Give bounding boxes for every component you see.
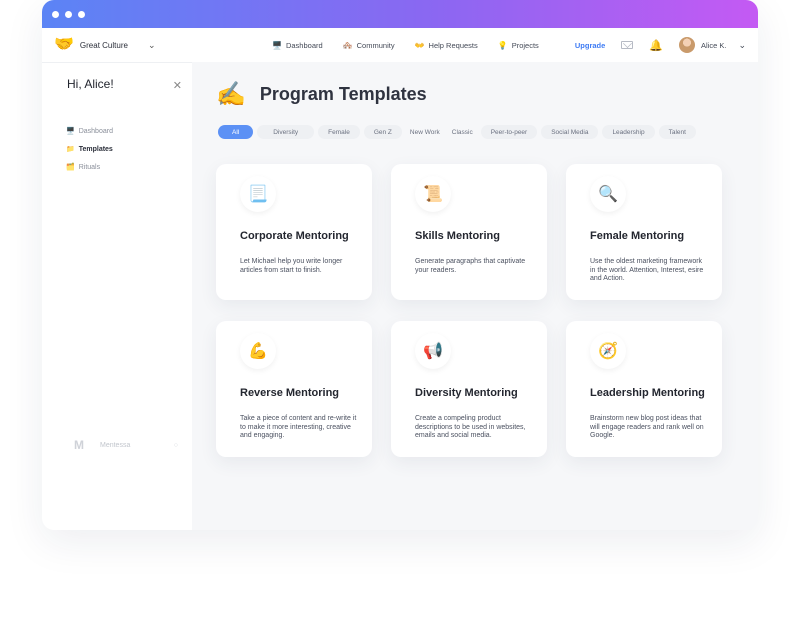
upgrade-button[interactable]: Upgrade — [575, 41, 605, 50]
template-card-corporate[interactable]: 📃 Corporate Mentoring Let Michael help y… — [216, 164, 372, 300]
nav-community[interactable]: 🏘️ Community — [343, 41, 395, 50]
sidebar-greeting: Hi, Alice! — [67, 77, 114, 91]
handshake-icon: 🤝 — [54, 36, 74, 53]
filter-chip-new-work[interactable]: New Work — [406, 125, 444, 139]
sidebar-footer: M Mentessa ○ — [74, 438, 178, 452]
card-description: Create a compeling product descriptions … — [415, 415, 526, 439]
nav-label: Dashboard — [285, 40, 323, 50]
template-card-reverse[interactable]: 💪 Reverse Mentoring Take a piece of cont… — [216, 321, 372, 457]
nav-projects[interactable]: 💡 Projects — [498, 41, 539, 50]
open-hands-icon: 👐 — [414, 40, 425, 50]
sidebar-item-label: Rituals — [78, 163, 101, 171]
page-header: ✍️ Program Templates — [216, 80, 427, 109]
lightbulb-icon: 💡 — [497, 40, 508, 50]
nav-label: Help Requests — [428, 40, 478, 50]
chevron-down-icon[interactable]: ⌄ — [148, 40, 156, 51]
template-card-female[interactable]: 🔍 Female Mentoring Use the oldest market… — [566, 164, 722, 300]
houses-icon: 🏘️ — [342, 40, 353, 50]
filter-chip-talent[interactable]: Talent — [658, 125, 696, 139]
card-description: Take a piece of content and re-write it … — [240, 415, 357, 439]
workspace-switcher[interactable]: 🤝 Great Culture ⌄ — [54, 37, 254, 53]
window-minimize-dot[interactable] — [65, 10, 72, 18]
main-content: ✍️ Program Templates All Diversity Femal… — [192, 62, 758, 530]
filter-chip-all[interactable]: All — [218, 125, 254, 139]
compass-icon: 🧭 — [590, 333, 626, 369]
sidebar-item-rituals[interactable]: 🗂️ Rituals — [66, 163, 113, 172]
main-nav: 🖥️ Dashboard 🏘️ Community 👐 Help Request… — [272, 41, 539, 50]
mail-icon[interactable] — [621, 41, 634, 49]
user-name: Alice K. — [701, 40, 727, 50]
card-title: Diversity Mentoring — [415, 387, 518, 399]
flexed-arm-icon: 💪 — [240, 333, 276, 369]
page-title: Program Templates — [259, 84, 427, 104]
folder-icon: 📁 — [66, 146, 75, 153]
filter-chip-female[interactable]: Female — [318, 125, 360, 139]
card-index-icon: 🗂️ — [66, 164, 75, 171]
window-maximize-dot[interactable] — [78, 10, 85, 18]
megaphone-icon: 📢 — [415, 333, 451, 369]
avatar — [679, 37, 696, 53]
nav-label: Community — [356, 40, 395, 50]
sidebar: Hi, Alice! ✕ 🖥️ Dashboard 📁 Templates 🗂️… — [42, 62, 192, 530]
nav-help-requests[interactable]: 👐 Help Requests — [415, 41, 478, 50]
template-grid: 📃 Corporate Mentoring Let Michael help y… — [216, 164, 722, 457]
footer-dot-icon: ○ — [173, 441, 178, 449]
sidebar-item-dashboard[interactable]: 🖥️ Dashboard — [66, 127, 113, 136]
user-menu[interactable]: Alice K. ⌄ — [679, 37, 746, 53]
app-window: 🤝 Great Culture ⌄ 🖥️ Dashboard 🏘️ Commun… — [42, 0, 758, 530]
card-title: Reverse Mentoring — [240, 387, 340, 399]
writing-hand-icon: ✍️ — [216, 81, 246, 108]
template-card-diversity[interactable]: 📢 Diversity Mentoring Create a compeling… — [391, 321, 547, 457]
nav-dashboard[interactable]: 🖥️ Dashboard — [272, 41, 323, 50]
sidebar-item-templates[interactable]: 📁 Templates — [66, 145, 113, 154]
workspace-name: Great Culture — [79, 40, 128, 50]
filter-chips: All Diversity Female Gen Z New Work Clas… — [218, 125, 696, 139]
bell-icon[interactable]: 🔔 — [649, 39, 663, 52]
footer-brand-name: Mentessa — [100, 441, 131, 449]
filter-chip-leadership[interactable]: Leadership — [602, 125, 655, 139]
filter-chip-social-media[interactable]: Social Media — [541, 125, 599, 139]
window-close-dot[interactable] — [52, 10, 59, 18]
magnifier-icon: 🔍 — [590, 176, 626, 212]
chevron-down-icon[interactable]: ⌄ — [738, 40, 746, 51]
scroll-icon: 📜 — [415, 176, 451, 212]
filter-chip-diversity[interactable]: Diversity — [257, 125, 315, 139]
user-actions: Upgrade 🔔 Alice K. ⌄ — [575, 37, 746, 53]
card-description: Generate paragraphs that captivate your … — [415, 258, 526, 274]
page-curl-icon: 📃 — [240, 176, 276, 212]
monitor-icon: 🖥️ — [66, 128, 75, 135]
top-navigation: 🤝 Great Culture ⌄ 🖥️ Dashboard 🏘️ Commun… — [42, 28, 758, 62]
card-description: Let Michael help you write longer articl… — [240, 258, 343, 274]
sidebar-item-label: Dashboard — [78, 127, 113, 135]
sidebar-item-label: Templates — [78, 145, 113, 153]
window-titlebar — [42, 0, 758, 28]
filter-chip-gen-z[interactable]: Gen Z — [363, 125, 402, 139]
card-title: Female Mentoring — [590, 230, 685, 242]
template-card-leadership[interactable]: 🧭 Leadership Mentoring Brainstorm new bl… — [566, 321, 722, 457]
template-card-skills[interactable]: 📜 Skills Mentoring Generate paragraphs t… — [391, 164, 547, 300]
card-description: Use the oldest marketing framework in th… — [590, 258, 704, 282]
close-icon[interactable]: ✕ — [173, 79, 182, 92]
filter-chip-classic[interactable]: Classic — [448, 125, 477, 139]
mentessa-logo-icon: M — [74, 438, 84, 452]
monitor-icon: 🖥️ — [272, 40, 282, 50]
card-title: Leadership Mentoring — [590, 387, 705, 399]
card-description: Brainstorm new blog post ideas that will… — [590, 415, 704, 439]
card-title: Skills Mentoring — [415, 230, 500, 242]
sidebar-menu: 🖥️ Dashboard 📁 Templates 🗂️ Rituals — [66, 127, 113, 172]
nav-label: Projects — [511, 40, 539, 50]
filter-chip-peer-to-peer[interactable]: Peer-to-peer — [480, 125, 538, 139]
card-title: Corporate Mentoring — [240, 230, 349, 242]
